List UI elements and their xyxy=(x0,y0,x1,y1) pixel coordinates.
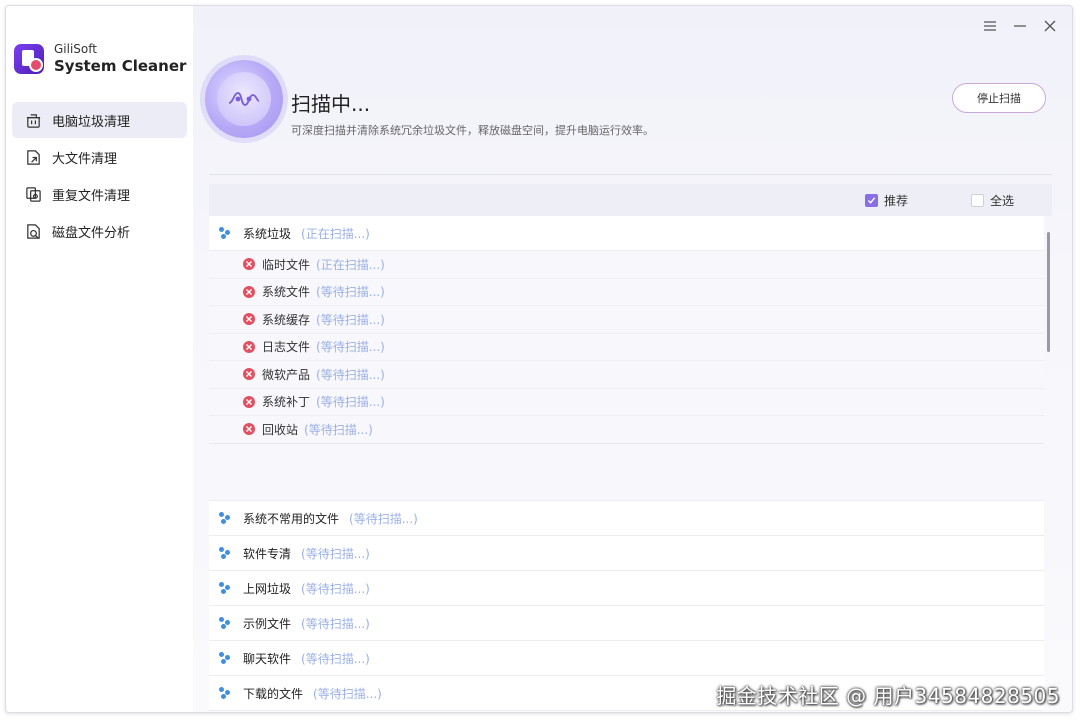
recommended-label: 推荐 xyxy=(884,194,909,208)
category-status: (等待扫描...) xyxy=(301,581,370,596)
select-all-checkbox[interactable]: 全选 xyxy=(971,192,1014,209)
item-name: 临时文件 xyxy=(262,257,311,272)
loading-dots-icon xyxy=(219,616,233,630)
sidebar-item-large-files[interactable]: 大文件清理 xyxy=(12,139,187,175)
category-row[interactable]: 上网垃圾 (等待扫描...) xyxy=(209,571,1044,606)
select-all-label: 全选 xyxy=(990,194,1015,208)
error-icon xyxy=(243,423,255,436)
category-name: 下载的文件 xyxy=(243,686,304,701)
brand-product: System Cleaner xyxy=(54,57,187,75)
item-status: (等待扫描...) xyxy=(316,312,385,327)
sidebar-item-label: 电脑垃圾清理 xyxy=(52,114,131,130)
item-name: 系统补丁 xyxy=(262,395,311,410)
sidebar-nav: 电脑垃圾清理 大文件清理 重复文件清理 磁盘文件分析 xyxy=(12,102,187,250)
category-row[interactable]: 示例文件 (等待扫描...) xyxy=(209,606,1044,641)
list-item[interactable]: 回收站 (等待扫描...) xyxy=(209,416,1044,444)
category-name: 聊天软件 xyxy=(243,651,292,666)
main-panel: 扫描中... 可深度扫描并清除系统冗余垃圾文件，释放磁盘空间，提升电脑运行效率。… xyxy=(193,6,1072,712)
item-name: 日志文件 xyxy=(262,340,311,355)
minimize-icon[interactable] xyxy=(1012,18,1028,34)
item-status: (等待扫描...) xyxy=(316,285,385,300)
checkbox-unchecked-icon xyxy=(971,194,984,207)
sidebar-item-duplicate-files[interactable]: 重复文件清理 xyxy=(12,176,187,212)
duplicate-file-icon xyxy=(24,185,42,203)
item-name: 系统缓存 xyxy=(262,312,311,327)
category-row[interactable]: 软件专清 (等待扫描...) xyxy=(209,536,1044,571)
large-file-icon xyxy=(24,148,42,166)
loading-dots-icon xyxy=(219,686,233,700)
category-status: (等待扫描...) xyxy=(349,511,418,526)
loading-dots-icon xyxy=(219,651,233,665)
checkbox-checked-icon xyxy=(865,194,878,207)
error-icon xyxy=(243,368,255,381)
close-icon[interactable] xyxy=(1042,18,1058,34)
category-status: (等待扫描...) xyxy=(313,686,382,701)
error-icon xyxy=(243,313,255,326)
item-status: (等待扫描...) xyxy=(316,367,385,382)
category-status: (等待扫描...) xyxy=(301,651,370,666)
list-item[interactable]: 系统文件 (等待扫描...) xyxy=(209,279,1044,306)
category-name: 上网垃圾 xyxy=(243,581,292,596)
sidebar-item-junk-clean[interactable]: 电脑垃圾清理 xyxy=(12,102,187,138)
item-name: 微软产品 xyxy=(262,367,311,382)
sidebar: GiliSoft System Cleaner 电脑垃圾清理 大文件清理 重复文… xyxy=(6,6,193,712)
category-subitems: 临时文件 (正在扫描...) 系统文件 (等待扫描...) 系统缓存 (等待扫描… xyxy=(209,251,1044,501)
list-item[interactable]: 微软产品 (等待扫描...) xyxy=(209,361,1044,389)
error-icon xyxy=(243,395,255,408)
list-item[interactable]: 系统缓存 (等待扫描...) xyxy=(209,306,1044,334)
loading-dots-icon xyxy=(219,581,233,595)
trash-icon xyxy=(24,111,42,129)
loading-dots-icon xyxy=(219,511,233,525)
app-window: GiliSoft System Cleaner 电脑垃圾清理 大文件清理 重复文… xyxy=(5,5,1073,713)
scan-category-list: 系统垃圾 (正在扫描...) 临时文件 (正在扫描...) 系统文件 (等待扫描… xyxy=(209,216,1044,712)
app-logo-icon xyxy=(14,44,44,74)
sidebar-item-disk-analysis[interactable]: 磁盘文件分析 xyxy=(12,213,187,249)
brand: GiliSoft System Cleaner xyxy=(14,42,186,76)
category-status: (等待扫描...) xyxy=(301,616,370,631)
scanning-radar-icon xyxy=(205,60,283,138)
category-name: 软件专清 xyxy=(243,546,292,561)
category-row[interactable]: 系统不常用的文件 (等待扫描...) xyxy=(209,501,1044,536)
item-status: (等待扫描...) xyxy=(304,422,373,437)
category-status: (等待扫描...) xyxy=(301,546,370,561)
sidebar-item-label: 大文件清理 xyxy=(52,151,118,167)
error-icon xyxy=(243,285,255,298)
menu-icon[interactable] xyxy=(982,18,998,34)
item-name: 系统文件 xyxy=(262,285,311,300)
list-item[interactable]: 系统补丁 (等待扫描...) xyxy=(209,389,1044,416)
list-scrollbar[interactable] xyxy=(1047,232,1050,352)
loading-dots-icon xyxy=(219,226,233,240)
item-status: (等待扫描...) xyxy=(316,395,385,410)
category-row[interactable]: 聊天软件 (等待扫描...) xyxy=(209,641,1044,676)
selection-toolbar: 推荐 全选 xyxy=(209,184,1052,216)
category-row[interactable]: 系统垃圾 (正在扫描...) xyxy=(209,216,1044,251)
error-icon xyxy=(243,340,255,353)
category-name: 系统不常用的文件 xyxy=(243,511,340,526)
sidebar-item-label: 磁盘文件分析 xyxy=(52,225,131,241)
error-icon xyxy=(243,258,255,271)
category-name: 系统垃圾 xyxy=(243,226,292,241)
page-title: 扫描中... xyxy=(291,92,371,116)
stop-scan-button[interactable]: 停止扫描 xyxy=(952,83,1046,113)
item-status: (正在扫描...) xyxy=(316,257,385,272)
brand-company: GiliSoft xyxy=(54,42,97,56)
window-controls xyxy=(982,18,1058,34)
category-name: 示例文件 xyxy=(243,616,292,631)
watermark: 掘金技术社区 @ 用户34584828505 xyxy=(716,684,1060,708)
list-item[interactable]: 日志文件 (等待扫描...) xyxy=(209,334,1044,361)
category-status: (正在扫描...) xyxy=(301,226,370,241)
divider xyxy=(209,174,1052,175)
sidebar-item-label: 重复文件清理 xyxy=(52,188,131,204)
disk-analysis-icon xyxy=(24,222,42,240)
loading-dots-icon xyxy=(219,546,233,560)
item-status: (等待扫描...) xyxy=(316,340,385,355)
item-name: 回收站 xyxy=(262,422,299,437)
list-item[interactable]: 临时文件 (正在扫描...) xyxy=(209,251,1044,279)
recommended-checkbox[interactable]: 推荐 xyxy=(865,192,908,209)
page-description: 可深度扫描并清除系统冗余垃圾文件，释放磁盘空间，提升电脑运行效率。 xyxy=(291,124,654,137)
